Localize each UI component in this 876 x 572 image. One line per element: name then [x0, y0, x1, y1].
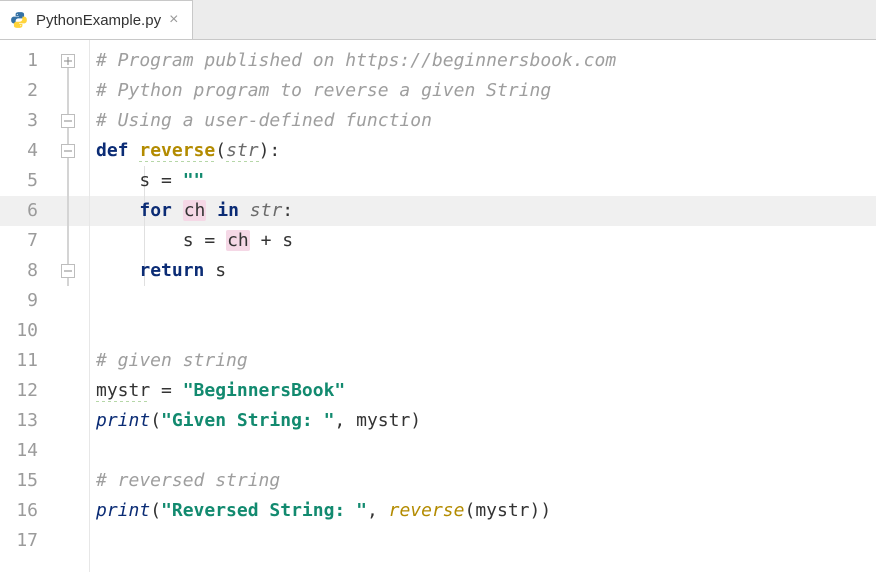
- code-line[interactable]: print("Reversed String: ", reverse(mystr…: [90, 496, 876, 526]
- tab-filename: PythonExample.py: [36, 12, 161, 29]
- tab-bar: PythonExample.py ×: [0, 0, 876, 40]
- python-file-icon: [10, 11, 28, 29]
- code-area[interactable]: # Program published on https://beginners…: [90, 40, 876, 572]
- code-line[interactable]: for ch in str:: [90, 196, 876, 226]
- code-line[interactable]: print("Given String: ", mystr): [90, 406, 876, 436]
- code-line[interactable]: # Python program to reverse a given Stri…: [90, 76, 876, 106]
- code-line[interactable]: # Program published on https://beginners…: [90, 46, 876, 76]
- code-line[interactable]: # given string: [90, 346, 876, 376]
- code-line[interactable]: mystr = "BeginnersBook": [90, 376, 876, 406]
- code-line[interactable]: [90, 316, 876, 346]
- code-line[interactable]: [90, 436, 876, 466]
- code-line[interactable]: # reversed string: [90, 466, 876, 496]
- line-number-gutter: 1234 5678 9101112 13141516 17: [0, 40, 48, 572]
- fold-toggle-icon[interactable]: [61, 264, 75, 278]
- code-line[interactable]: [90, 526, 876, 556]
- fold-toggle-icon[interactable]: [61, 144, 75, 158]
- code-line[interactable]: [90, 286, 876, 316]
- code-line[interactable]: s = "": [90, 166, 876, 196]
- fold-toggle-icon[interactable]: [61, 54, 75, 68]
- code-line[interactable]: return s: [90, 256, 876, 286]
- fold-gutter: [48, 40, 90, 572]
- code-line[interactable]: s = ch + s: [90, 226, 876, 256]
- code-editor[interactable]: 1234 5678 9101112 13141516 17: [0, 40, 876, 572]
- code-line[interactable]: # Using a user-defined function: [90, 106, 876, 136]
- close-tab-button[interactable]: ×: [169, 11, 178, 29]
- fold-toggle-icon[interactable]: [61, 114, 75, 128]
- code-line[interactable]: def reverse(str):: [90, 136, 876, 166]
- file-tab[interactable]: PythonExample.py ×: [0, 0, 193, 39]
